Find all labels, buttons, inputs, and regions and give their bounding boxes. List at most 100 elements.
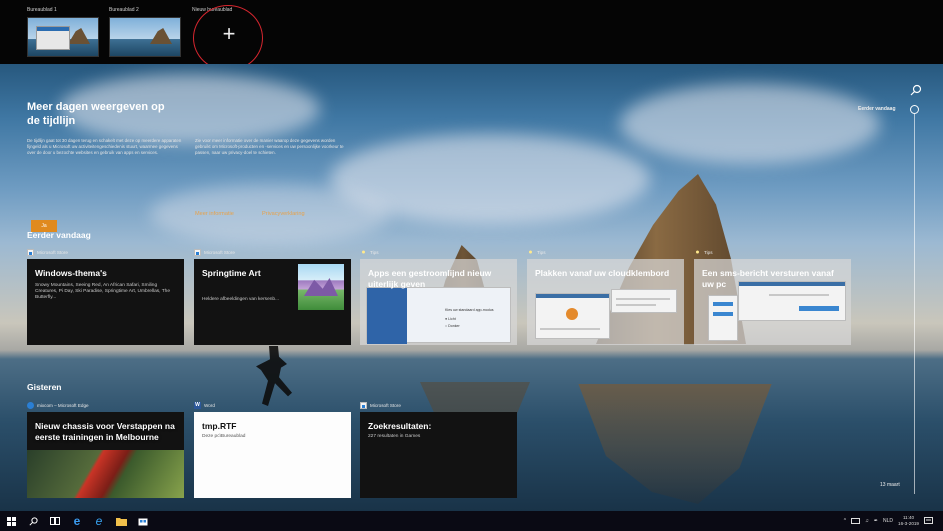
- search-icon[interactable]: [910, 84, 922, 96]
- network-icon[interactable]: [851, 517, 861, 525]
- ie-taskbar-button[interactable]: e: [88, 511, 110, 531]
- edge-taskbar-button[interactable]: e: [66, 511, 88, 531]
- activity-card-tmp-rtf[interactable]: W Word tmp.RTF Deze pc\Bureaublad: [194, 400, 351, 498]
- desktop-2[interactable]: Bureaublad 2: [109, 6, 181, 57]
- mock-setting-text: Kies uw standaard app-modus: [445, 308, 494, 312]
- tips-icon: ●: [361, 248, 366, 256]
- card-body[interactable]: tmp.RTF Deze pc\Bureaublad: [194, 412, 351, 498]
- privacy-statement-link[interactable]: Privacyverklaring: [262, 211, 305, 217]
- volume-icon[interactable]: ♫: [865, 518, 869, 524]
- tips-icon: ●: [528, 248, 533, 256]
- timeline-view: Meer dagen weergeven op de tijdlijn De t…: [0, 64, 943, 511]
- desktop-1-thumbnail[interactable]: [27, 17, 99, 57]
- card-title: Plakken vanaf uw cloudklembord: [535, 268, 670, 278]
- promo-title: Meer dagen weergeven op de tijdlijn: [27, 101, 165, 127]
- card-source: ● Tips: [527, 247, 684, 257]
- card-title: Windows-thema's: [35, 268, 107, 278]
- scrubber-label-date: 13 maart: [880, 482, 900, 488]
- radio-dark-label: Donker: [448, 324, 460, 328]
- card-body[interactable]: Een sms-bericht versturen vanaf uw pc: [694, 259, 851, 345]
- card-source-label: Microsoft Store: [37, 249, 68, 255]
- file-explorer-button[interactable]: [110, 511, 132, 531]
- card-description: Snowy Mountains, Seeing Red, An African …: [35, 283, 170, 301]
- desktop-1-label: Bureaublad 1: [27, 7, 57, 13]
- card-source: Microsoft Store: [194, 247, 351, 257]
- section-heading-yesterday: Gisteren: [27, 382, 62, 392]
- taskbar-search-button[interactable]: [22, 511, 44, 531]
- store-icon: [194, 248, 201, 256]
- card-source-label: mixcom – Microsoft Edge: [37, 402, 89, 408]
- task-view-icon: [50, 517, 60, 525]
- activity-card-verstappen-article[interactable]: mixcom – Microsoft Edge Nieuw chassis vo…: [27, 400, 184, 498]
- windows-logo-icon: [6, 516, 16, 526]
- timeline-promo: Meer dagen weergeven op de tijdlijn De t…: [27, 100, 357, 232]
- store-taskbar-button[interactable]: [132, 511, 154, 531]
- card-body[interactable]: Zoekresultaten: 227 resultaten in Games: [360, 412, 517, 498]
- card-source-label: Tips: [370, 249, 379, 255]
- card-description: 227 resultaten in Games: [368, 434, 421, 439]
- task-view-button[interactable]: [44, 511, 66, 531]
- internet-explorer-icon: e: [95, 514, 103, 528]
- card-body[interactable]: Nieuw chassis voor Verstappen na eerste …: [27, 412, 184, 498]
- pen-icon[interactable]: ✒: [874, 518, 878, 524]
- clock[interactable]: 11:40 16-3-2019: [898, 515, 919, 527]
- timeline-scrubber-track[interactable]: [914, 114, 915, 494]
- card-source-label: Microsoft Store: [370, 402, 401, 408]
- radio-dark-option: ○ Donker: [445, 324, 460, 328]
- card-source: W Word: [194, 400, 351, 410]
- card-body[interactable]: Windows-thema's Snowy Mountains, Seeing …: [27, 259, 184, 345]
- new-desktop-label: Nieuw bureaublad: [192, 7, 233, 13]
- store-icon: [360, 401, 367, 409]
- card-description: Deze pc\Bureaublad: [202, 434, 246, 439]
- theme-thumbnail: [298, 264, 344, 310]
- card-source-label: Tips: [537, 249, 546, 255]
- desktop-1[interactable]: Bureaublad 1: [27, 6, 99, 57]
- activity-card-tips-sms[interactable]: ● Tips Een sms-bericht versturen vanaf u…: [694, 247, 851, 345]
- activity-card-store-search[interactable]: Microsoft Store Zoekresultaten: 227 resu…: [360, 400, 517, 498]
- search-icon: [28, 516, 38, 526]
- chevron-up-icon[interactable]: ^: [844, 518, 846, 524]
- activity-card-windows-themes[interactable]: Microsoft Store Windows-thema's Snowy Mo…: [27, 247, 184, 345]
- promo-body-left: De tijdlijn gaat tot 30 dagen terug en s…: [27, 138, 182, 155]
- card-title: Apps een gestroomlijnd nieuw uiterlijk g…: [368, 268, 492, 289]
- card-source: mixcom – Microsoft Edge: [27, 400, 184, 410]
- card-body[interactable]: Kies uw standaard app-modus ● Licht ○ Do…: [360, 259, 517, 345]
- card-body[interactable]: Plakken vanaf uw cloudklembord: [527, 259, 684, 345]
- card-source-label: Microsoft Store: [204, 249, 235, 255]
- article-image: [27, 450, 184, 498]
- start-button[interactable]: [0, 511, 22, 531]
- clock-date: 16-3-2019: [898, 521, 919, 526]
- folder-icon: [115, 517, 127, 526]
- store-bag-icon: [138, 518, 148, 526]
- word-icon: W: [194, 401, 201, 409]
- settings-screenshot: Kies uw standaard app-modus ● Licht ○ Do…: [366, 287, 511, 344]
- activity-card-tips-app-mode[interactable]: ● Tips Kies uw standaard app-modus ● Lic…: [360, 247, 517, 345]
- radio-light-label: Licht: [448, 317, 456, 321]
- desktop-2-thumbnail[interactable]: [109, 17, 181, 57]
- card-title: Nieuw chassis voor Verstappen na eerste …: [35, 421, 175, 442]
- system-tray: ^ ♫ ✒ NLD 11:40 16-3-2019: [844, 511, 933, 531]
- card-body[interactable]: Springtime Art Heldere afbeeldingen van …: [194, 259, 351, 345]
- card-source-label: Tips: [704, 249, 713, 255]
- more-info-link[interactable]: Meer informatie: [195, 211, 234, 217]
- card-source: ● Tips: [694, 247, 851, 257]
- edge-icon: [27, 401, 34, 409]
- activity-card-tips-clipboard[interactable]: ● Tips Plakken vanaf uw cloudklembord: [527, 247, 684, 345]
- timeline-scrubber-handle[interactable]: [910, 105, 919, 114]
- section-heading-earlier-today: Eerder vandaag: [27, 230, 91, 240]
- desktop-2-label: Bureaublad 2: [109, 7, 139, 13]
- new-desktop-plus-button[interactable]: +: [193, 14, 265, 54]
- card-title: tmp.RTF: [202, 421, 237, 431]
- card-title: Springtime Art: [202, 268, 261, 278]
- card-description: Heldere afbeeldingen van kersenb...: [202, 297, 280, 302]
- activity-card-springtime-art[interactable]: Microsoft Store Springtime Art Heldere a…: [194, 247, 351, 345]
- virtual-desktops-bar: Bureaublad 1 Bureaublad 2 Nieuw bureaubl…: [0, 0, 943, 71]
- taskbar: e e ^ ♫ ✒ NLD 11:40 16-3-2019: [0, 511, 943, 531]
- action-center-icon[interactable]: [924, 517, 933, 525]
- edge-icon: e: [73, 514, 81, 528]
- plus-icon: +: [222, 21, 236, 46]
- store-icon: [27, 248, 34, 256]
- new-desktop[interactable]: Nieuw bureaublad: [192, 6, 232, 14]
- input-language[interactable]: NLD: [883, 518, 893, 524]
- card-title: Zoekresultaten:: [368, 421, 432, 431]
